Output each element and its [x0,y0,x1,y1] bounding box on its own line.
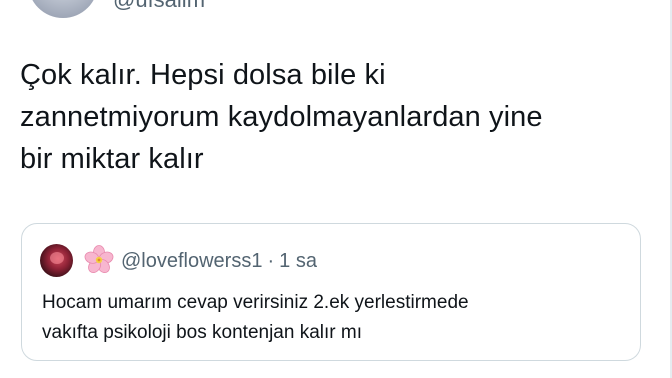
author-avatar[interactable] [28,0,98,18]
author-handle[interactable]: @ufsalim [113,0,205,13]
quoted-tweet-meta: @loveflowerss1 · 1 sa [121,248,317,274]
tweet-text: Çok kalır. Hepsi dolsa bile ki zannetmiy… [20,59,543,175]
cherry-blossom-icon [84,245,114,273]
quoted-tweet-card[interactable]: @loveflowerss1 · 1 sa Hocam umarım cevap v… [21,223,641,361]
quoted-tweet-time[interactable]: 1 sa [279,250,317,272]
quoted-author-avatar[interactable] [40,244,73,277]
quoted-tweet-text: Hocam umarım cevap verirsiniz 2.ek yerle… [42,292,469,343]
meta-separator: · [267,250,275,272]
quoted-author-handle[interactable]: @loveflowerss1 [121,250,262,272]
avatar-detail [50,252,64,264]
